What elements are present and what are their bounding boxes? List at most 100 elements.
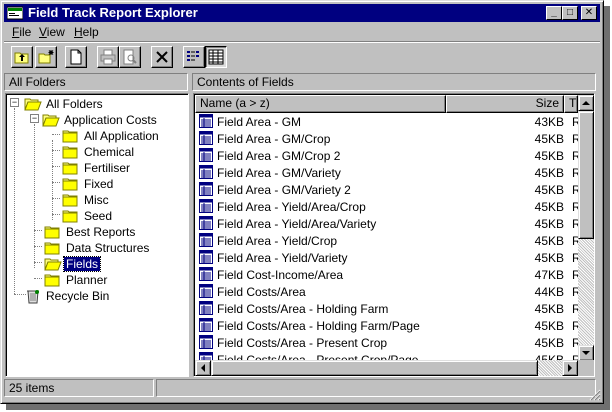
list-row[interactable]: Field Area - GM/Crop 2 45KB R (196, 147, 581, 164)
row-name: Field Area - Yield/Area/Variety (217, 217, 377, 231)
row-name: Field Area - GM/Crop (217, 132, 331, 146)
list-row[interactable]: Field Area - Yield/Crop 45KB R (196, 232, 581, 249)
up-folder-icon (14, 52, 29, 64)
row-size: 45KB (534, 183, 564, 197)
scroll-right-button[interactable] (562, 360, 578, 376)
tree-label: Recycle Bin (46, 289, 110, 303)
list-row[interactable]: Field Area - GM/Crop 45KB R (196, 130, 581, 147)
report-icon (199, 165, 213, 179)
folder-icon (62, 194, 78, 207)
list-row[interactable]: Field Costs/Area - Holding Farm/Page 45KB… (196, 317, 581, 334)
folder-icon (44, 226, 60, 239)
row-size: 45KB (534, 217, 564, 231)
new-folder-icon (38, 50, 54, 64)
print-button[interactable] (97, 46, 119, 68)
new-folder-button[interactable] (35, 46, 57, 68)
details-view-button[interactable] (205, 46, 227, 68)
report-icon (199, 301, 213, 315)
folder-tree[interactable]: − − All Folders Application Costs All Ap… (5, 93, 189, 377)
list-row[interactable]: Field Area - GM/Variety 2 45KB R (196, 181, 581, 198)
title-bar[interactable]: Field Track Report Explorer _ □ ✕ (4, 4, 600, 22)
column-header-name[interactable]: Name (a > z) (195, 95, 446, 113)
row-name: Field Area - Yield/Area/Crop (217, 200, 366, 214)
arrow-up-icon (582, 101, 590, 105)
list-view-icon (187, 51, 199, 61)
report-icon (199, 199, 213, 213)
expander-application-costs[interactable]: − (30, 114, 39, 123)
menu-bar: File View Help (4, 23, 600, 41)
print-icon (100, 49, 116, 65)
row-size: 45KB (534, 251, 564, 265)
maximize-button[interactable]: □ (562, 6, 578, 20)
scroll-left-button[interactable] (195, 360, 211, 376)
scroll-down-button[interactable] (578, 345, 594, 361)
close-button[interactable]: ✕ (581, 6, 597, 20)
menu-help[interactable]: Help (74, 25, 99, 39)
resize-grip-icon[interactable] (589, 389, 601, 401)
tree-label-selected: Fields (62, 256, 102, 272)
list-view-button[interactable] (183, 46, 205, 68)
column-header-type[interactable]: T (564, 95, 578, 113)
all-folders-header: All Folders (4, 73, 188, 91)
horizontal-scroll-thumb[interactable] (211, 360, 538, 376)
row-name: Field Costs/Area (217, 285, 306, 299)
open-folder-icon (44, 258, 62, 271)
tree-label: All Application (84, 129, 159, 143)
new-document-icon (70, 49, 82, 65)
list-row[interactable]: Field Costs/Area 44KB R (196, 283, 581, 300)
row-name: Field Area - GM/Crop 2 (217, 149, 341, 163)
report-icon (199, 148, 213, 162)
window-title: Field Track Report Explorer (28, 5, 198, 20)
list-row[interactable]: Field Area - Yield/Variety 45KB R (196, 249, 581, 266)
folder-icon (44, 242, 60, 255)
delete-button[interactable] (151, 46, 173, 68)
tree-label: Application Costs (64, 113, 157, 127)
list-row[interactable]: Field Costs/Area - Present Crop 45KB R (196, 334, 581, 351)
column-header-size[interactable]: Size (446, 95, 564, 113)
row-size: 44KB (534, 285, 564, 299)
minimize-button[interactable]: _ (546, 6, 562, 20)
expander-all-folders[interactable]: − (10, 98, 19, 107)
details-view-icon (208, 49, 224, 65)
contents-list[interactable]: Name (a > z) Size T Field Area - GM 43KB R… (193, 93, 595, 377)
list-row[interactable]: Field Area - Yield/Area/Crop 45KB R (196, 198, 581, 215)
report-icon (199, 284, 213, 298)
new-document-button[interactable] (65, 46, 87, 68)
row-size: 45KB (534, 132, 564, 146)
row-name: Field Area - Yield/Crop (217, 234, 338, 248)
menu-view[interactable]: View (39, 25, 65, 39)
list-row[interactable]: Field Area - GM/Variety 45KB R (196, 164, 581, 181)
arrow-right-icon (568, 364, 572, 372)
tree-label: Best Reports (66, 225, 136, 239)
open-folder-icon (24, 98, 42, 111)
report-icon (199, 131, 213, 145)
report-icon (199, 335, 213, 349)
print-preview-button[interactable] (119, 46, 141, 68)
list-row[interactable]: Field Cost-Income/Area 47KB R (196, 266, 581, 283)
row-size: 45KB (534, 200, 564, 214)
row-name: Field Costs/Area - Holding Farm (217, 302, 389, 316)
row-size: 45KB (534, 166, 564, 180)
tree-label: Seed (84, 209, 113, 223)
row-size: 45KB (534, 234, 564, 248)
report-icon (199, 267, 213, 281)
list-row[interactable]: Field Area - Yield/Area/Variety 45KB R (196, 215, 581, 232)
row-size: 43KB (534, 115, 564, 129)
arrow-down-icon (582, 351, 590, 355)
vertical-scroll-thumb[interactable] (578, 111, 594, 239)
print-preview-icon (123, 49, 137, 65)
contents-header: Contents of Fields (192, 73, 596, 91)
menu-file[interactable]: File (12, 25, 31, 39)
folder-icon (62, 178, 78, 191)
row-name: Field Area - GM/Variety (217, 166, 341, 180)
row-size: 47KB (534, 268, 564, 282)
report-icon (199, 114, 213, 128)
status-item-count: 25 items (4, 379, 154, 397)
folder-icon (62, 162, 78, 175)
list-row[interactable]: Field Area - GM 43KB R (196, 113, 581, 130)
tree-label: Planner (66, 273, 108, 287)
arrow-left-icon (201, 364, 205, 372)
up-folder-button[interactable] (11, 46, 33, 68)
list-row[interactable]: Field Costs/Area - Holding Farm 45KB R (196, 300, 581, 317)
scroll-up-button[interactable] (578, 95, 594, 111)
